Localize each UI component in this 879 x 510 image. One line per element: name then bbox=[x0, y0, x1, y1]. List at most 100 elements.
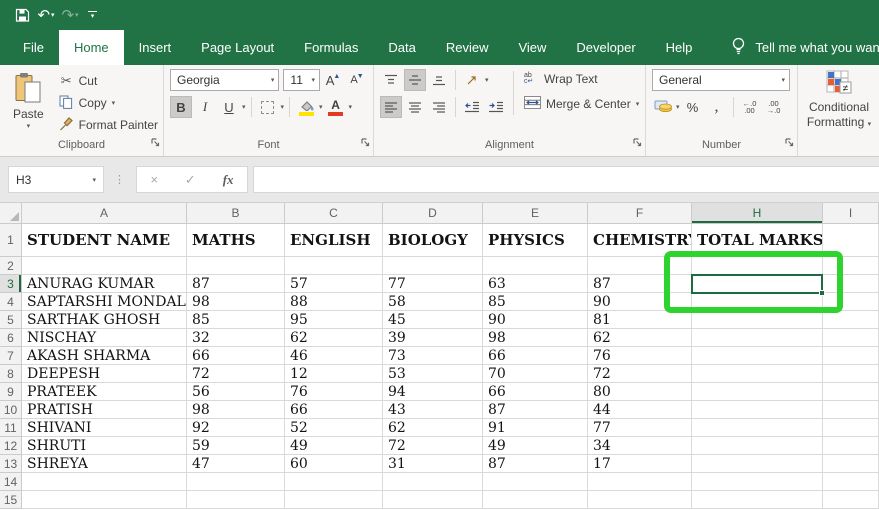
cell-I5[interactable] bbox=[823, 311, 879, 329]
row-header-3[interactable]: 3 bbox=[0, 275, 22, 293]
shrink-font-button[interactable]: A▼ bbox=[346, 69, 368, 91]
paste-dropdown-icon[interactable]: ▾ bbox=[27, 122, 31, 130]
alignment-dialog-launcher-icon[interactable] bbox=[633, 134, 642, 152]
cell-I8[interactable] bbox=[823, 365, 879, 383]
font-color-dropdown-icon[interactable]: ▾ bbox=[349, 103, 353, 111]
cell-H5[interactable] bbox=[692, 311, 823, 329]
bold-button[interactable]: B bbox=[170, 96, 192, 118]
cell-E2[interactable] bbox=[483, 257, 588, 275]
clipboard-dialog-launcher-icon[interactable] bbox=[151, 134, 160, 152]
tab-formulas[interactable]: Formulas bbox=[289, 30, 373, 65]
conditional-formatting-dropdown-icon[interactable]: ▾ bbox=[868, 121, 872, 128]
column-header-A[interactable]: A bbox=[22, 203, 187, 224]
cell-A1[interactable]: STUDENT NAME bbox=[22, 224, 187, 257]
font-size-select[interactable]: 11▾ bbox=[283, 69, 320, 91]
grow-font-button[interactable]: A▲ bbox=[322, 69, 344, 91]
cell-F5[interactable]: 81 bbox=[588, 311, 692, 329]
cell-C7[interactable]: 46 bbox=[285, 347, 383, 365]
cell-E11[interactable]: 91 bbox=[483, 419, 588, 437]
redo-button[interactable]: ↷▾ bbox=[58, 3, 82, 27]
copy-dropdown-icon[interactable]: ▾ bbox=[112, 99, 116, 107]
cell-H13[interactable] bbox=[692, 455, 823, 473]
cell-H11[interactable] bbox=[692, 419, 823, 437]
cell-F12[interactable]: 34 bbox=[588, 437, 692, 455]
cell-E15[interactable] bbox=[483, 491, 588, 509]
cell-B8[interactable]: 72 bbox=[187, 365, 285, 383]
fill-color-button[interactable] bbox=[295, 96, 317, 118]
tab-data[interactable]: Data bbox=[373, 30, 430, 65]
cell-F6[interactable]: 62 bbox=[588, 329, 692, 347]
cell-B9[interactable]: 56 bbox=[187, 383, 285, 401]
row-header-7[interactable]: 7 bbox=[0, 347, 22, 365]
undo-button[interactable]: ↶▾ bbox=[34, 3, 58, 27]
row-header-1[interactable]: 1 bbox=[0, 224, 22, 257]
cut-button[interactable]: ✂ Cut bbox=[59, 71, 158, 91]
cell-B12[interactable]: 59 bbox=[187, 437, 285, 455]
cell-H9[interactable] bbox=[692, 383, 823, 401]
cell-D9[interactable]: 94 bbox=[383, 383, 483, 401]
borders-button[interactable] bbox=[257, 96, 279, 118]
cell-A2[interactable] bbox=[22, 257, 187, 275]
tab-developer[interactable]: Developer bbox=[561, 30, 650, 65]
cell-H10[interactable] bbox=[692, 401, 823, 419]
font-dialog-launcher-icon[interactable] bbox=[361, 134, 370, 152]
cell-A3[interactable]: ANURAG KUMAR bbox=[22, 275, 187, 293]
cell-D10[interactable]: 43 bbox=[383, 401, 483, 419]
cancel-icon[interactable]: × bbox=[150, 172, 158, 187]
align-center-button[interactable] bbox=[404, 96, 426, 118]
fill-color-dropdown-icon[interactable]: ▾ bbox=[319, 103, 323, 111]
row-header-6[interactable]: 6 bbox=[0, 329, 22, 347]
cell-D3[interactable]: 77 bbox=[383, 275, 483, 293]
orientation-button[interactable] bbox=[461, 69, 483, 91]
column-header-I[interactable]: I bbox=[823, 203, 879, 224]
cell-I14[interactable] bbox=[823, 473, 879, 491]
merge-center-button[interactable]: Merge & Center ▾ bbox=[524, 94, 639, 114]
cell-D12[interactable]: 72 bbox=[383, 437, 483, 455]
column-header-F[interactable]: F bbox=[588, 203, 692, 224]
top-align-button[interactable] bbox=[380, 69, 402, 91]
bottom-align-button[interactable] bbox=[428, 69, 450, 91]
tab-home[interactable]: Home bbox=[59, 30, 124, 65]
cell-B5[interactable]: 85 bbox=[187, 311, 285, 329]
cell-B3[interactable]: 87 bbox=[187, 275, 285, 293]
cell-I10[interactable] bbox=[823, 401, 879, 419]
cell-H12[interactable] bbox=[692, 437, 823, 455]
cell-E10[interactable]: 87 bbox=[483, 401, 588, 419]
cell-A13[interactable]: SHREYA bbox=[22, 455, 187, 473]
cell-F7[interactable]: 76 bbox=[588, 347, 692, 365]
save-icon[interactable] bbox=[10, 3, 34, 27]
decrease-indent-button[interactable] bbox=[461, 96, 483, 118]
accounting-dropdown-icon[interactable]: ▾ bbox=[676, 103, 680, 111]
paste-button[interactable]: Paste ▾ bbox=[6, 69, 51, 138]
cell-A15[interactable] bbox=[22, 491, 187, 509]
middle-align-button[interactable] bbox=[404, 69, 426, 91]
row-header-12[interactable]: 12 bbox=[0, 437, 22, 455]
cell-A4[interactable]: SAPTARSHI MONDAL bbox=[22, 293, 187, 311]
select-all-corner[interactable] bbox=[0, 203, 22, 224]
row-header-15[interactable]: 15 bbox=[0, 491, 22, 509]
cell-F11[interactable]: 77 bbox=[588, 419, 692, 437]
column-header-H[interactable]: H bbox=[692, 203, 823, 224]
number-format-select[interactable]: General▾ bbox=[652, 69, 790, 91]
cell-F14[interactable] bbox=[588, 473, 692, 491]
cell-C15[interactable] bbox=[285, 491, 383, 509]
cell-H7[interactable] bbox=[692, 347, 823, 365]
row-header-8[interactable]: 8 bbox=[0, 365, 22, 383]
cell-A5[interactable]: SARTHAK GHOSH bbox=[22, 311, 187, 329]
borders-dropdown-icon[interactable]: ▾ bbox=[281, 103, 285, 111]
cell-A10[interactable]: PRATISH bbox=[22, 401, 187, 419]
cell-D4[interactable]: 58 bbox=[383, 293, 483, 311]
cell-H14[interactable] bbox=[692, 473, 823, 491]
row-header-11[interactable]: 11 bbox=[0, 419, 22, 437]
cell-C5[interactable]: 95 bbox=[285, 311, 383, 329]
comma-style-button[interactable]: , bbox=[706, 96, 728, 118]
cell-I6[interactable] bbox=[823, 329, 879, 347]
accounting-format-button[interactable] bbox=[652, 96, 674, 118]
cell-C12[interactable]: 49 bbox=[285, 437, 383, 455]
increase-indent-button[interactable] bbox=[485, 96, 507, 118]
cell-A8[interactable]: DEEPESH bbox=[22, 365, 187, 383]
cell-C4[interactable]: 88 bbox=[285, 293, 383, 311]
row-header-5[interactable]: 5 bbox=[0, 311, 22, 329]
cell-I15[interactable] bbox=[823, 491, 879, 509]
cell-B6[interactable]: 32 bbox=[187, 329, 285, 347]
